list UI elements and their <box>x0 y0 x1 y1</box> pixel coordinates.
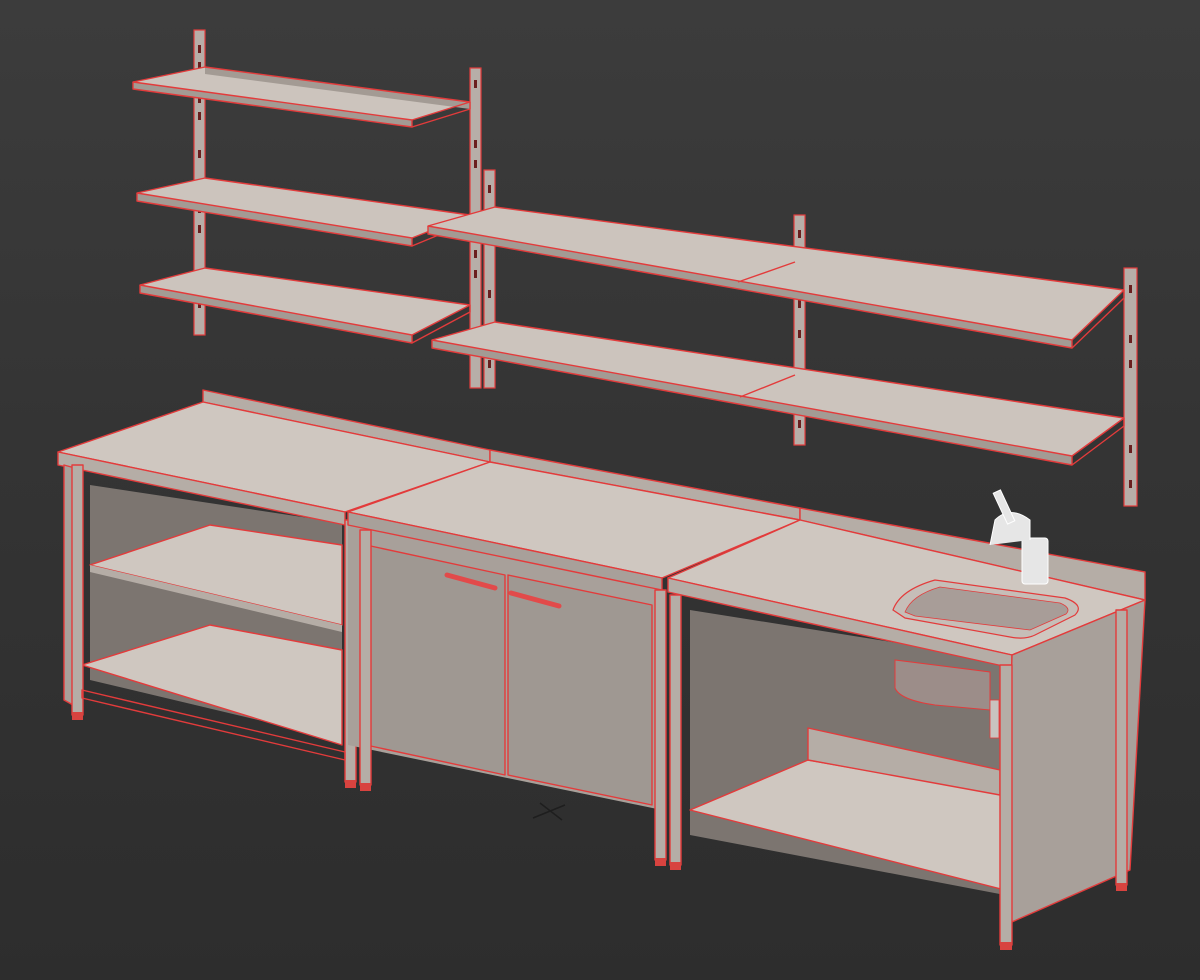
table-foot <box>1000 942 1012 950</box>
shelf-board <box>431 321 1125 466</box>
table-foot <box>72 712 83 720</box>
transform-gizmo-icon[interactable] <box>532 802 566 821</box>
table-foot <box>670 862 681 870</box>
shelf-board <box>139 267 471 344</box>
viewport-3d[interactable] <box>0 0 1200 980</box>
shelf-board <box>427 206 1125 349</box>
shelf-board <box>132 66 471 128</box>
scene-render <box>57 29 1146 950</box>
table-foot <box>1116 883 1127 891</box>
shelf-board <box>136 177 471 247</box>
wall-shelf-unit-left[interactable] <box>132 29 482 389</box>
wall-shelf-unit-right[interactable] <box>427 169 1138 507</box>
cabinet-door-left[interactable] <box>366 545 505 775</box>
shelf-upright-post <box>1123 267 1138 507</box>
cabinet-door-right[interactable] <box>508 575 652 805</box>
table-foot <box>655 858 666 866</box>
sink-table-right[interactable] <box>667 489 1146 950</box>
table-foot <box>345 780 356 788</box>
table-foot <box>360 783 371 791</box>
